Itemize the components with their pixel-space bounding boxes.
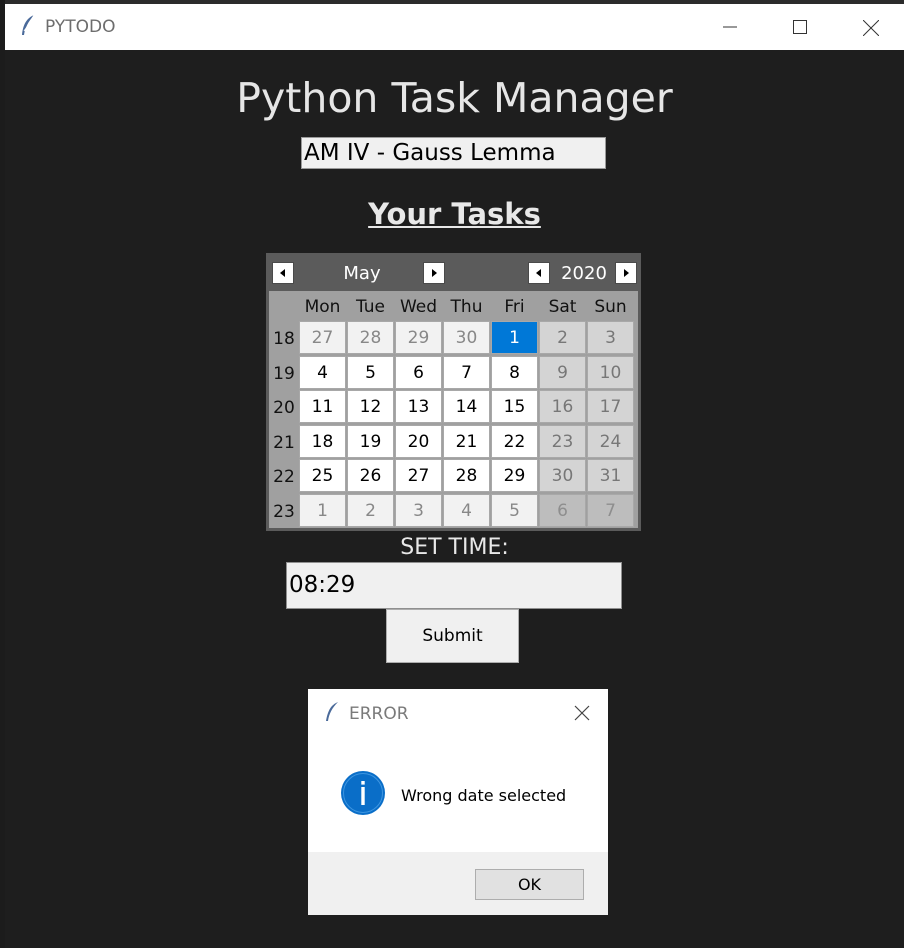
calendar-day[interactable]: 19 bbox=[347, 424, 394, 458]
time-input[interactable]: 08:29 bbox=[286, 562, 622, 609]
calendar-day[interactable]: 1 bbox=[491, 321, 538, 354]
calendar-day[interactable]: 15 bbox=[491, 390, 538, 423]
week-number: 21 bbox=[273, 432, 295, 453]
calendar-nav: May 2020 bbox=[266, 255, 641, 289]
close-button[interactable] bbox=[835, 4, 904, 50]
window-title: PYTODO bbox=[45, 17, 116, 37]
next-year-button[interactable] bbox=[615, 262, 637, 284]
month-label: May bbox=[343, 263, 381, 284]
week-number: 23 bbox=[273, 501, 295, 522]
calendar-day[interactable]: 18 bbox=[299, 424, 346, 458]
calendar-day[interactable]: 30 bbox=[443, 321, 490, 354]
app-window: PYTODO Python Task Manager AM IV - Gauss… bbox=[5, 4, 904, 948]
week-number: 20 bbox=[273, 398, 295, 418]
calendar-day[interactable]: 11 bbox=[299, 390, 346, 423]
calendar-day[interactable]: 26 bbox=[347, 459, 394, 492]
calendar-day[interactable]: 25 bbox=[299, 459, 346, 492]
weekday-header: Sat bbox=[548, 297, 577, 317]
prev-year-button[interactable] bbox=[528, 262, 550, 284]
section-title: Your Tasks bbox=[368, 197, 541, 231]
feather-icon bbox=[19, 14, 37, 38]
prev-month-button[interactable] bbox=[272, 262, 294, 284]
calendar-day[interactable]: 3 bbox=[587, 321, 634, 354]
calendar-day[interactable]: 7 bbox=[587, 493, 634, 527]
weekday-header: Sun bbox=[594, 297, 627, 317]
weekday-header: Fri bbox=[504, 297, 525, 317]
calendar-day[interactable]: 29 bbox=[491, 459, 538, 492]
weekday-header: Wed bbox=[399, 297, 438, 317]
calendar-day[interactable]: 31 bbox=[587, 459, 634, 492]
app-heading: Python Task Manager bbox=[236, 74, 673, 122]
calendar-day[interactable]: 30 bbox=[539, 459, 586, 492]
error-dialog: ERROR Wrong date selected OK bbox=[308, 689, 608, 915]
calendar-day[interactable]: 14 bbox=[443, 390, 490, 423]
minimize-button[interactable] bbox=[695, 4, 765, 50]
dialog-close-icon[interactable] bbox=[570, 701, 594, 725]
weekday-header: Tue bbox=[355, 297, 386, 317]
calendar-day[interactable]: 6 bbox=[539, 493, 586, 527]
calendar-day[interactable]: 2 bbox=[347, 493, 394, 527]
weekday-header: Mon bbox=[304, 297, 341, 317]
dialog-title: ERROR bbox=[349, 704, 409, 724]
dialog-message: Wrong date selected bbox=[401, 786, 567, 805]
maximize-button[interactable] bbox=[765, 4, 835, 50]
week-number: 19 bbox=[273, 363, 295, 384]
title-bar: PYTODO bbox=[5, 4, 904, 50]
calendar-day[interactable]: 24 bbox=[587, 424, 634, 458]
calendar-day[interactable]: 13 bbox=[395, 390, 442, 423]
calendar-day[interactable]: 23 bbox=[539, 424, 586, 458]
calendar-day[interactable]: 20 bbox=[395, 424, 442, 458]
calendar-day[interactable]: 29 bbox=[395, 321, 442, 354]
feather-icon bbox=[324, 701, 340, 723]
calendar-grid: Mon Tue Wed Thu Fri Sat Sun 18 27 28 29 30 1 2 3 19 4 5 6 7… bbox=[269, 291, 638, 528]
dialog-footer: OK bbox=[308, 852, 608, 915]
calendar-day[interactable]: 8 bbox=[491, 355, 538, 389]
submit-button[interactable]: Submit bbox=[386, 609, 519, 663]
calendar-day[interactable]: 4 bbox=[299, 355, 346, 389]
calendar-day[interactable]: 3 bbox=[395, 493, 442, 527]
calendar-day[interactable]: 9 bbox=[539, 355, 586, 389]
calendar-day[interactable]: 21 bbox=[443, 424, 490, 458]
calendar-day[interactable]: 2 bbox=[539, 321, 586, 354]
calendar-day[interactable]: 5 bbox=[491, 493, 538, 527]
year-label: 2020 bbox=[561, 263, 607, 284]
calendar-widget: May 2020 Mon Tue Wed Thu Fri Sat Sun 18 27 28 29 30… bbox=[266, 253, 641, 531]
calendar-day[interactable]: 17 bbox=[587, 390, 634, 423]
calendar-day[interactable]: 5 bbox=[347, 355, 394, 389]
calendar-day[interactable]: 27 bbox=[299, 321, 346, 354]
calendar-day[interactable]: 1 bbox=[299, 493, 346, 527]
calendar-day[interactable]: 28 bbox=[443, 459, 490, 492]
week-number: 18 bbox=[273, 329, 295, 349]
weekday-header: Thu bbox=[450, 297, 483, 317]
week-number: 22 bbox=[273, 467, 295, 487]
info-icon bbox=[340, 770, 386, 816]
next-month-button[interactable] bbox=[423, 262, 445, 284]
task-input[interactable]: AM IV - Gauss Lemma bbox=[301, 137, 606, 169]
calendar-day[interactable]: 28 bbox=[347, 321, 394, 354]
calendar-day[interactable]: 4 bbox=[443, 493, 490, 527]
ok-button[interactable]: OK bbox=[475, 869, 584, 900]
set-time-label: SET TIME: bbox=[400, 535, 509, 560]
calendar-day[interactable]: 12 bbox=[347, 390, 394, 423]
calendar-day[interactable]: 16 bbox=[539, 390, 586, 423]
calendar-day[interactable]: 10 bbox=[587, 355, 634, 389]
calendar-day[interactable]: 27 bbox=[395, 459, 442, 492]
calendar-day[interactable]: 7 bbox=[443, 355, 490, 389]
calendar-day[interactable]: 6 bbox=[395, 355, 442, 389]
calendar-day[interactable]: 22 bbox=[491, 424, 538, 458]
